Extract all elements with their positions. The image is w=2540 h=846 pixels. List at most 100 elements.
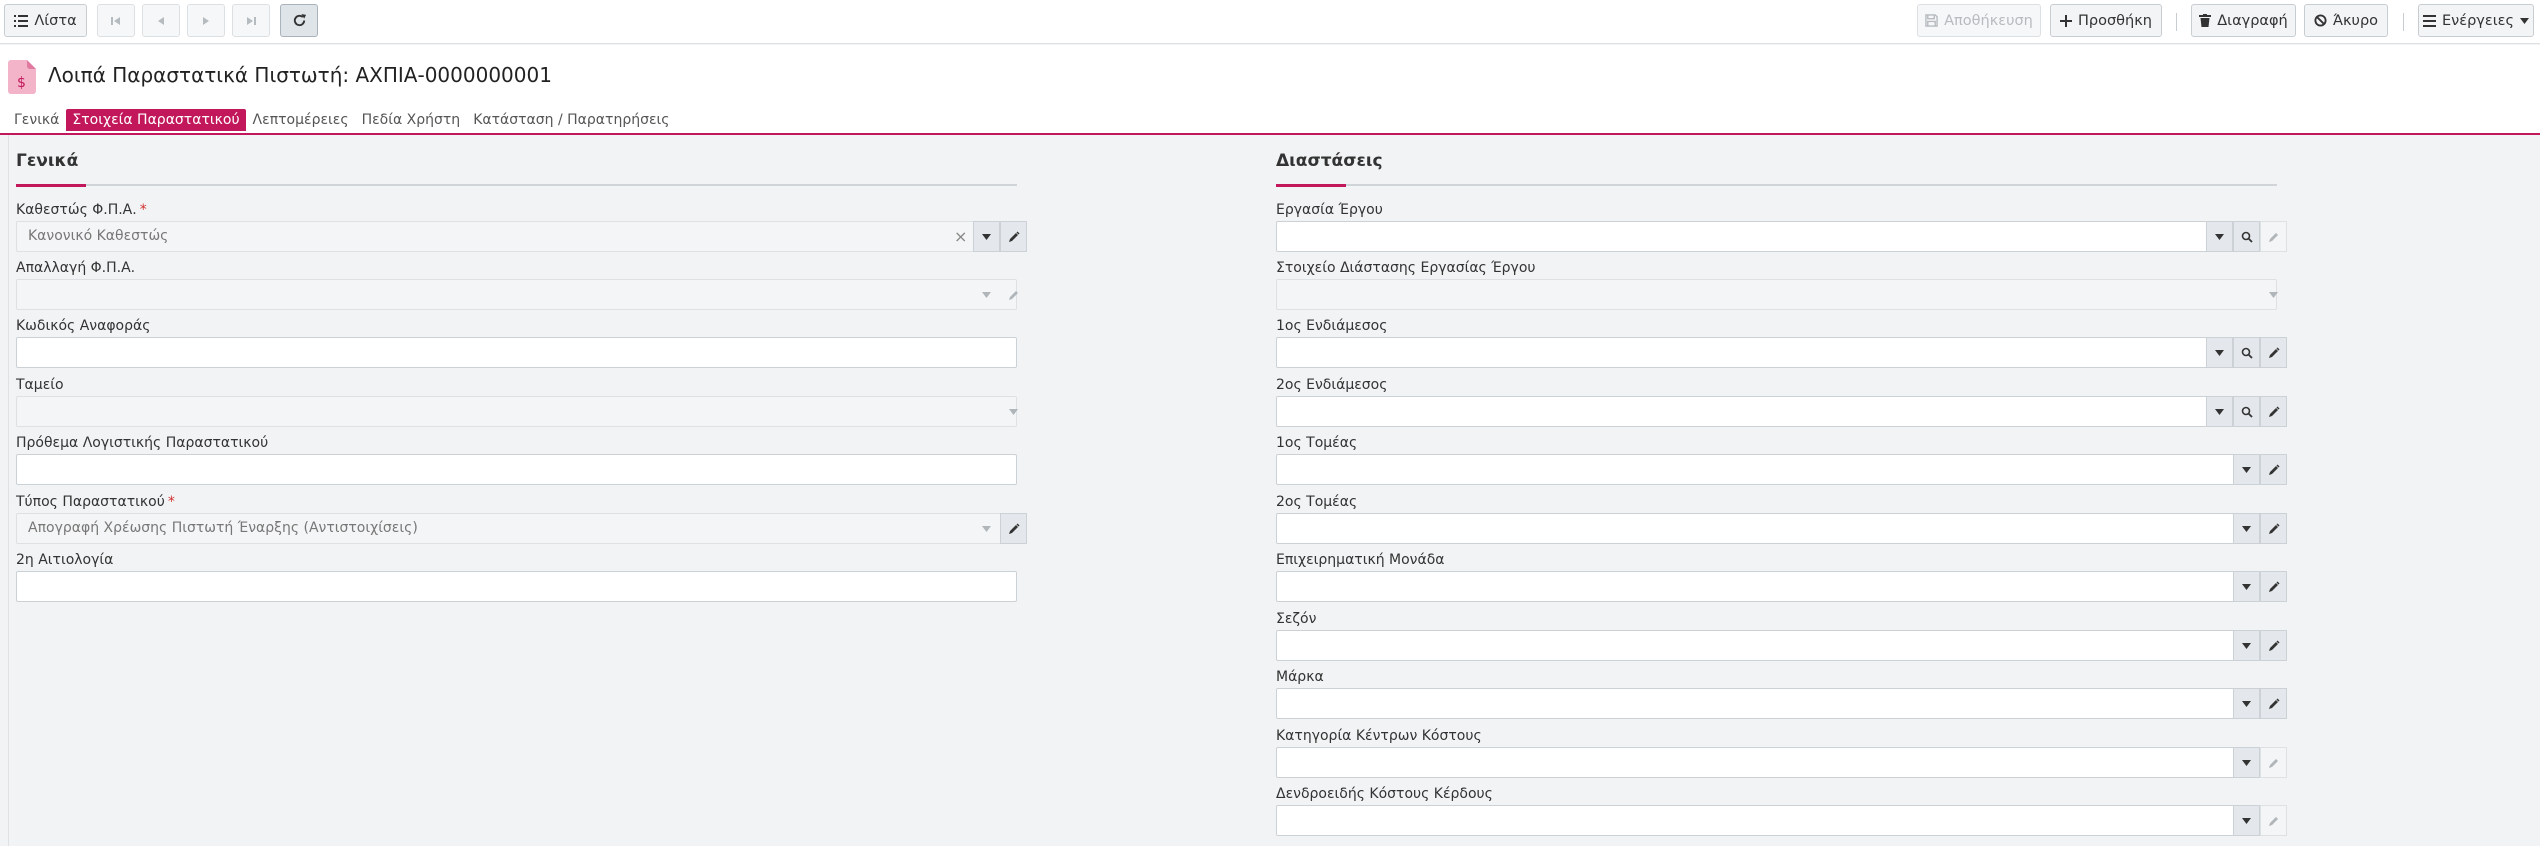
- pencil-icon: [2268, 757, 2280, 769]
- edit-button[interactable]: [2260, 221, 2287, 252]
- dropdown-button[interactable]: [973, 513, 1000, 544]
- accounting-prefix-input[interactable]: [16, 454, 1017, 485]
- reference-code-input[interactable]: [16, 337, 1017, 368]
- second-reason-input[interactable]: [16, 571, 1017, 602]
- delete-button[interactable]: Διαγραφή: [2191, 4, 2296, 37]
- add-button[interactable]: Προσθήκη: [2050, 4, 2162, 37]
- season-select[interactable]: [1276, 630, 2287, 661]
- section-divider: [1276, 184, 2277, 187]
- pencil-icon: [2268, 405, 2280, 418]
- dropdown-button[interactable]: [2233, 513, 2260, 544]
- business-unit-select[interactable]: [1276, 571, 2287, 602]
- caret-down-icon: [2215, 408, 2224, 415]
- cost-profit-tree-label: Δενδροειδής Κόστους Κέρδους: [1276, 786, 1493, 802]
- cost-center-category-select[interactable]: [1276, 747, 2287, 778]
- dropdown-button[interactable]: [1000, 396, 1027, 427]
- plus-icon: [2060, 14, 2073, 27]
- next-record-button[interactable]: [187, 4, 225, 37]
- caret-down-icon: [1009, 408, 1018, 415]
- second-sector-select[interactable]: [1276, 513, 2287, 544]
- pencil-icon: [2268, 639, 2280, 652]
- cancel-button-label: Άκυρο: [2332, 12, 2379, 29]
- edit-button[interactable]: [2260, 513, 2287, 544]
- caret-down-icon: [2215, 233, 2224, 240]
- second-intermediary-label: 2ος Ενδιάμεσος: [1276, 377, 1388, 393]
- tab-user-fields[interactable]: Πεδία Χρήστη: [356, 109, 467, 131]
- dropdown-button[interactable]: [973, 279, 1000, 310]
- pencil-icon: [1008, 230, 1020, 243]
- dropdown-button[interactable]: [2206, 337, 2233, 368]
- refresh-icon: [292, 13, 307, 28]
- reference-code-label: Κωδικός Αναφοράς: [16, 318, 151, 334]
- toolbar-divider: [2403, 13, 2404, 31]
- dropdown-button[interactable]: [973, 221, 1000, 252]
- dropdown-button[interactable]: [2206, 396, 2233, 427]
- tab-status-notes[interactable]: Κατάσταση / Παρατηρήσεις: [467, 109, 675, 131]
- dropdown-button[interactable]: [2233, 805, 2260, 836]
- caret-down-icon: [2519, 17, 2529, 24]
- caret-down-icon: [2242, 466, 2251, 473]
- vat-exemption-select[interactable]: [16, 279, 1018, 310]
- tab-document-details[interactable]: Στοιχεία Παραστατικού: [66, 109, 246, 131]
- last-record-button[interactable]: [232, 4, 270, 37]
- edit-button[interactable]: [2260, 747, 2287, 778]
- season-label: Σεζόν: [1276, 611, 1317, 627]
- edit-button[interactable]: [2260, 396, 2287, 427]
- caret-down-icon: [2242, 642, 2251, 649]
- first-intermediary-label: 1ος Ενδιάμεσος: [1276, 318, 1388, 334]
- document-type-select[interactable]: Απογραφή Χρέωσης Πιστωτή Έναρξης (Αντιστ…: [16, 513, 1027, 544]
- project-task-dimension-select[interactable]: [1276, 279, 2278, 310]
- business-unit-label: Επιχειρηματική Μονάδα: [1276, 552, 1445, 568]
- caret-down-icon: [2242, 759, 2251, 766]
- edit-button[interactable]: [1000, 513, 1027, 544]
- caret-down-icon: [2242, 525, 2251, 532]
- search-button[interactable]: [2233, 221, 2260, 252]
- edit-button[interactable]: [1000, 279, 1027, 310]
- dropdown-button[interactable]: [2233, 630, 2260, 661]
- second-intermediary-select[interactable]: [1276, 396, 2287, 427]
- previous-record-button[interactable]: [142, 4, 180, 37]
- dropdown-button[interactable]: [2233, 454, 2260, 485]
- search-button[interactable]: [2233, 396, 2260, 427]
- dropdown-button[interactable]: [2233, 571, 2260, 602]
- edit-button[interactable]: [2260, 630, 2287, 661]
- dropdown-button[interactable]: [2233, 688, 2260, 719]
- pencil-icon: [2268, 815, 2280, 827]
- tab-bar: Γενικά Στοιχεία Παραστατικού Λεπτομέρειε…: [8, 109, 676, 131]
- dropdown-button[interactable]: [2260, 279, 2287, 310]
- actions-button-label: Ενέργειες: [2442, 12, 2514, 29]
- accounting-prefix-label: Πρόθεμα Λογιστικής Παραστατικού: [16, 435, 269, 451]
- edit-button[interactable]: [2260, 337, 2287, 368]
- brand-select[interactable]: [1276, 688, 2287, 719]
- pencil-icon: [2268, 522, 2280, 535]
- save-button[interactable]: Αποθήκευση: [1917, 4, 2041, 37]
- dropdown-button[interactable]: [2206, 221, 2233, 252]
- dropdown-button[interactable]: [2233, 747, 2260, 778]
- tab-details[interactable]: Λεπτομέρειες: [247, 109, 355, 131]
- actions-menu-button[interactable]: Ενέργειες: [2418, 4, 2534, 37]
- search-button[interactable]: [2233, 337, 2260, 368]
- cancel-button[interactable]: Άκυρο: [2304, 4, 2388, 37]
- vat-status-select[interactable]: Κανονικό Καθεστώς ×: [16, 221, 1027, 252]
- first-sector-select[interactable]: [1276, 454, 2287, 485]
- refresh-button[interactable]: [280, 4, 318, 37]
- edit-button[interactable]: [2260, 571, 2287, 602]
- clear-icon[interactable]: ×: [954, 227, 967, 246]
- tab-general[interactable]: Γενικά: [8, 109, 65, 131]
- edit-button[interactable]: [2260, 805, 2287, 836]
- cost-profit-tree-select[interactable]: [1276, 805, 2287, 836]
- edit-button[interactable]: [2260, 688, 2287, 719]
- edit-button[interactable]: [1000, 221, 1027, 252]
- caret-down-icon: [2242, 700, 2251, 707]
- first-record-button[interactable]: [97, 4, 135, 37]
- list-button[interactable]: Λίστα: [4, 4, 87, 37]
- project-task-select[interactable]: [1276, 221, 2287, 252]
- pencil-icon: [2268, 697, 2280, 710]
- pencil-icon: [2268, 463, 2280, 476]
- vat-status-label: Καθεστώς Φ.Π.Α. *: [16, 202, 147, 218]
- project-task-dimension-label: Στοιχείο Διάστασης Εργασίας Έργου: [1276, 260, 1536, 276]
- caret-down-icon: [982, 291, 991, 298]
- edit-button[interactable]: [2260, 454, 2287, 485]
- cash-register-select[interactable]: [16, 396, 1018, 427]
- first-intermediary-select[interactable]: [1276, 337, 2287, 368]
